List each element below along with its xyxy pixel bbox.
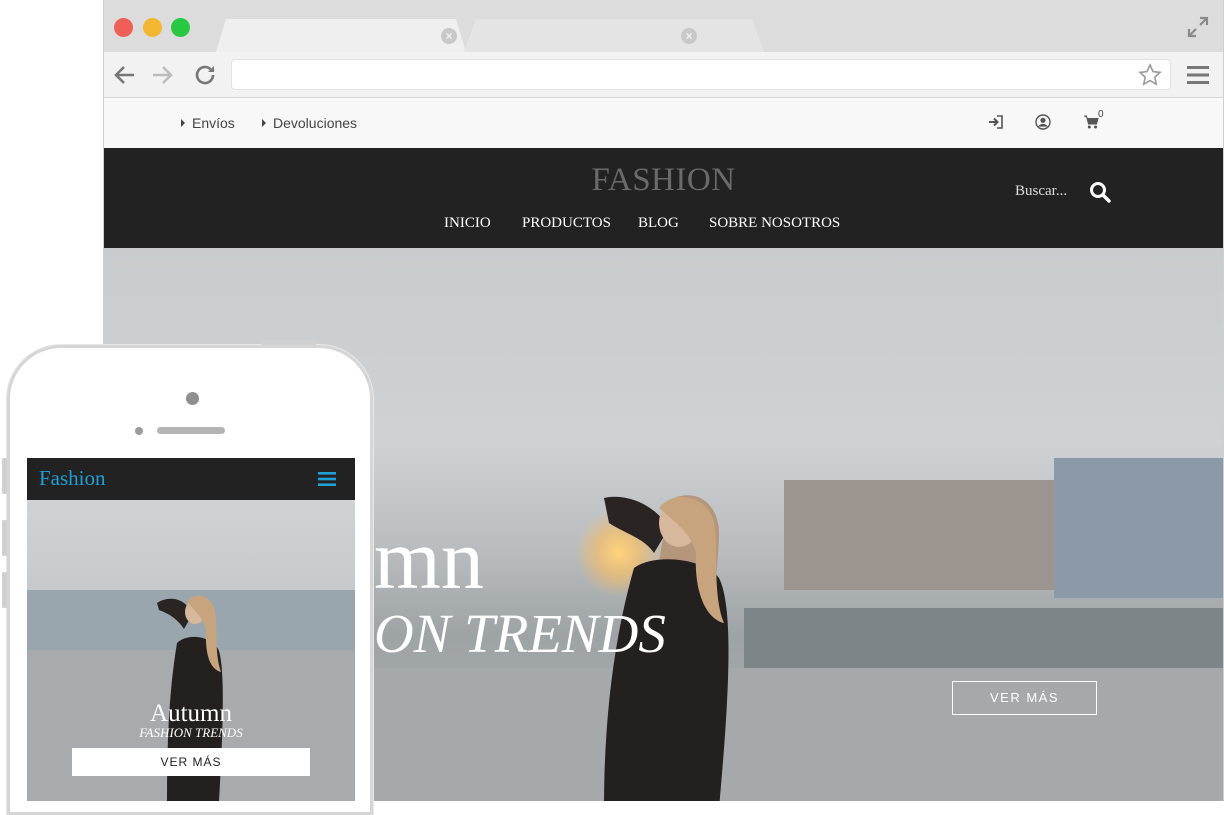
address-bar[interactable] — [231, 59, 1171, 90]
phone-side-button — [2, 520, 7, 556]
sign-in-icon[interactable] — [988, 114, 1004, 130]
hero-background-building — [1054, 458, 1223, 598]
phone-sensor — [135, 427, 143, 435]
user-icon[interactable] — [1035, 114, 1051, 130]
phone-side-button — [2, 458, 7, 494]
browser-tab-active[interactable]: × — [216, 19, 466, 52]
mobile-phone-mockup: Fashion Autumn FASHION TRENDS VER MÁS — [7, 345, 373, 815]
mobile-site-logo[interactable]: Fashion — [39, 466, 106, 491]
shipping-link[interactable]: Envíos — [181, 115, 235, 131]
hero-cta-button[interactable]: VER MÁS — [952, 681, 1097, 715]
hero-subtitle: ON TRENDS — [374, 603, 666, 664]
nav-item-sobre-nosotros[interactable]: SOBRE NOSOTROS — [709, 215, 840, 232]
search-icon[interactable] — [1089, 181, 1111, 203]
browser-titlebar: × × — [104, 0, 1223, 52]
mobile-hero-title: Autumn — [150, 700, 232, 727]
phone-camera — [186, 392, 199, 405]
phone-top-button — [261, 340, 317, 345]
hero-background-building — [784, 480, 1084, 590]
mobile-hero-subtitle: FASHION TRENDS — [139, 725, 243, 740]
site-header: FASHION INICIO PRODUCTOS BLOG SOBRE NOSO… — [104, 148, 1223, 248]
site-topbar: Envíos Devoluciones 0 — [104, 98, 1223, 148]
returns-link[interactable]: Devoluciones — [262, 115, 357, 131]
mobile-header: Fashion — [27, 458, 355, 500]
mobile-hamburger-menu-icon[interactable] — [318, 472, 336, 486]
star-icon[interactable] — [1138, 63, 1162, 87]
mobile-hero-cta-button[interactable]: VER MÁS — [72, 748, 310, 776]
mobile-screen: Fashion Autumn FASHION TRENDS VER MÁS — [27, 458, 355, 801]
cart-icon[interactable] — [1083, 114, 1099, 130]
nav-item-productos[interactable]: PRODUCTOS — [522, 215, 611, 232]
close-window-button[interactable] — [114, 18, 133, 37]
cart-count-badge: 0 — [1098, 109, 1104, 120]
phone-side-button — [2, 572, 7, 608]
nav-item-inicio[interactable]: INICIO — [444, 215, 491, 232]
browser-toolbar — [104, 52, 1223, 98]
phone-speaker — [157, 427, 225, 434]
nav-item-blog[interactable]: BLOG — [638, 215, 679, 232]
browser-tab-inactive[interactable]: × — [464, 19, 764, 52]
hamburger-menu-icon[interactable] — [1187, 66, 1209, 84]
caret-right-icon — [181, 119, 185, 127]
minimize-window-button[interactable] — [143, 18, 162, 37]
tab-close-icon[interactable]: × — [441, 28, 457, 44]
reload-icon[interactable] — [194, 64, 218, 86]
expand-icon[interactable] — [1187, 16, 1209, 38]
caret-right-icon — [262, 119, 266, 127]
tab-close-icon[interactable]: × — [681, 28, 697, 44]
maximize-window-button[interactable] — [171, 18, 190, 37]
forward-arrow-icon[interactable] — [150, 64, 174, 86]
mobile-hero-banner: Autumn FASHION TRENDS VER MÁS — [27, 500, 355, 801]
back-arrow-icon[interactable] — [113, 64, 137, 86]
hero-title: mn — [374, 511, 484, 607]
search-input[interactable]: Buscar... — [1015, 183, 1067, 200]
